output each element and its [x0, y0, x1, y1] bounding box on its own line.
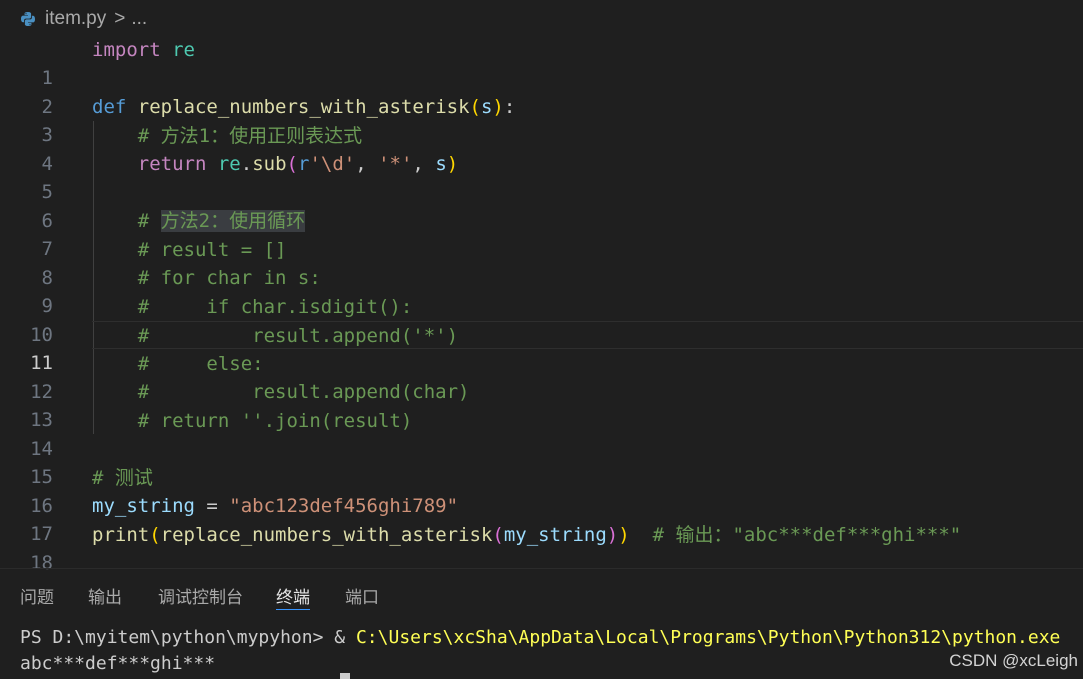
code-line: 6	[0, 179, 1083, 232]
string-token: "abc123def456ghi789"	[229, 495, 459, 517]
paren-token: )	[492, 96, 504, 118]
breadcrumb-more[interactable]: ...	[131, 8, 147, 30]
paren-token: (	[492, 523, 504, 546]
comment-token: # result.append('*')	[137, 325, 459, 347]
breadcrumb-file[interactable]: item.py	[45, 8, 106, 30]
tab-problems[interactable]: 问题	[20, 583, 54, 609]
code-line: 8 # result = []	[0, 236, 1083, 289]
code-line: 12 # else:	[0, 350, 1083, 403]
comment-token: # 方法1：使用正则表达式	[137, 124, 363, 147]
terminal-command-line[interactable]: PS D:\myitem\python\mypyhon> & C:\Users\…	[20, 625, 1060, 651]
code-line: 14 # return ''.join(result)	[0, 407, 1083, 460]
python-file-icon	[21, 12, 35, 26]
paren-token: )	[606, 523, 619, 546]
code-line: 18 print(replace_numbers_with_asterisk(m…	[0, 521, 1083, 574]
comment-token: # 输出："abc***def***ghi***"	[652, 523, 962, 546]
paren-token: (	[286, 153, 298, 175]
comment-token: # else:	[137, 352, 264, 375]
module-token: re	[172, 39, 195, 61]
comma-token: ,	[412, 153, 436, 175]
terminal-cursor	[340, 673, 350, 679]
assign-token: =	[194, 495, 230, 517]
watermark: CSDN @xcLeigh	[949, 651, 1078, 670]
string-token: '\d'	[309, 153, 356, 175]
code-line: 16 # 测试	[0, 464, 1083, 517]
code-line: 9 # for char in s:	[0, 264, 1083, 317]
current-code-line: 11 # result.append('*')	[0, 321, 1083, 374]
string-prefix-token: r	[297, 153, 310, 175]
paren-token: (	[469, 96, 481, 118]
dot-token: .	[240, 153, 253, 175]
comment-token: # 测试	[92, 466, 153, 489]
code-line: 2	[0, 65, 1083, 118]
code-line: 5 return re.sub(r'\d', '*', s)	[0, 150, 1083, 203]
breadcrumb: item.py > ...	[0, 0, 1083, 38]
module-token: re	[217, 153, 241, 175]
comment-token: # if char.isdigit():	[137, 295, 413, 318]
comment-token: # result.append(char)	[137, 381, 470, 403]
function-call-token: print	[92, 523, 150, 546]
code-editor[interactable]: 1 import re 2 3 def replace_numbers_with…	[0, 36, 1083, 574]
comment-token: #	[137, 210, 161, 232]
string-token: '*'	[378, 153, 413, 175]
terminal-prompt: PS D:\myitem\python\mypyhon>	[20, 627, 335, 648]
keyword-token: import	[92, 39, 161, 61]
keyword-token: return	[137, 153, 207, 175]
code-line: 17 my_string = "abc123def456ghi789"	[0, 492, 1083, 545]
code-line: 1 import re	[0, 36, 1083, 89]
bottom-panel: 问题 输出 调试控制台 终端 端口 PS D:\myitem\python\my…	[0, 568, 1083, 679]
tab-terminal[interactable]: 终端	[276, 583, 310, 610]
highlighted-comment: 方法2：使用循环	[160, 210, 306, 232]
function-call-token: sub	[252, 153, 287, 175]
code-line: 13 # result.append(char)	[0, 378, 1083, 431]
comment-token: # for char in s:	[137, 267, 321, 289]
paren-token: )	[446, 153, 459, 175]
comment-token: # result = []	[137, 238, 287, 261]
colon-token: :	[503, 96, 516, 118]
variable-token: my_string	[503, 523, 607, 546]
paren-token: (	[149, 523, 161, 546]
code-line: 15	[0, 435, 1083, 488]
terminal-command: C:\Users\xcSha\AppData\Local\Programs\Py…	[355, 627, 1061, 648]
variable-token: my_string	[92, 495, 195, 517]
tab-debug-console[interactable]: 调试控制台	[158, 583, 243, 609]
keyword-token: def	[92, 96, 127, 118]
terminal-output: abc***def***ghi***	[20, 653, 216, 674]
function-call-token: replace_numbers_with_asterisk	[160, 523, 493, 546]
function-name-token: replace_numbers_with_asterisk	[137, 96, 470, 118]
code-line: 4 # 方法1：使用正则表达式	[0, 122, 1083, 175]
breadcrumb-separator-icon: >	[114, 8, 126, 29]
code-line: 3 def replace_numbers_with_asterisk(s):	[0, 93, 1083, 146]
code-line: 10 # if char.isdigit():	[0, 293, 1083, 346]
tab-ports[interactable]: 端口	[345, 583, 379, 609]
param-token: s	[480, 96, 493, 118]
paren-token: )	[618, 523, 630, 546]
terminal-amp: &	[334, 627, 356, 648]
code-line: 7 # 方法2：使用循环	[0, 207, 1083, 260]
comment-token: # return ''.join(result)	[137, 409, 413, 432]
param-token: s	[435, 153, 447, 175]
comma-token: ,	[355, 153, 379, 175]
tab-output[interactable]: 输出	[88, 583, 122, 609]
